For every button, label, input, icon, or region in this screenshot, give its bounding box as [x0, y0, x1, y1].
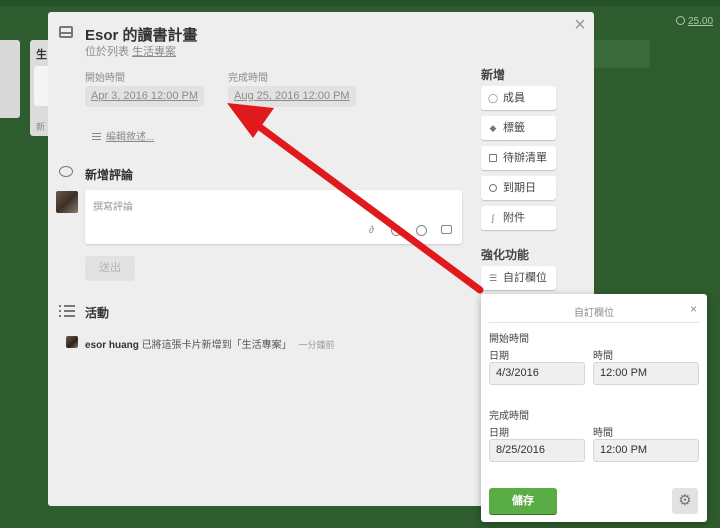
- start-time-field-label: 時間: [593, 351, 613, 362]
- start-date-field-label: 日期: [489, 351, 509, 362]
- start-time-field[interactable]: 12:00 PM: [593, 362, 699, 385]
- gear-icon[interactable]: ⚙: [672, 488, 698, 514]
- save-button[interactable]: 儲存: [489, 488, 557, 514]
- close-icon[interactable]: ×: [690, 302, 697, 316]
- due-time-field-label: 時間: [593, 428, 613, 439]
- start-time-section-label: 開始時間: [489, 334, 529, 345]
- popover-divider: [489, 322, 699, 323]
- due-time-section-label: 完成時間: [489, 411, 529, 422]
- start-date-field[interactable]: 4/3/2016: [489, 362, 585, 385]
- due-date-field[interactable]: 8/25/2016: [489, 439, 585, 462]
- due-time-field[interactable]: 12:00 PM: [593, 439, 699, 462]
- popover-title: 自訂欄位: [574, 308, 614, 319]
- due-date-field-label: 日期: [489, 428, 509, 439]
- custom-fields-popover: 自訂欄位 × 開始時間 日期 時間 4/3/2016 12:00 PM 完成時間…: [481, 294, 707, 522]
